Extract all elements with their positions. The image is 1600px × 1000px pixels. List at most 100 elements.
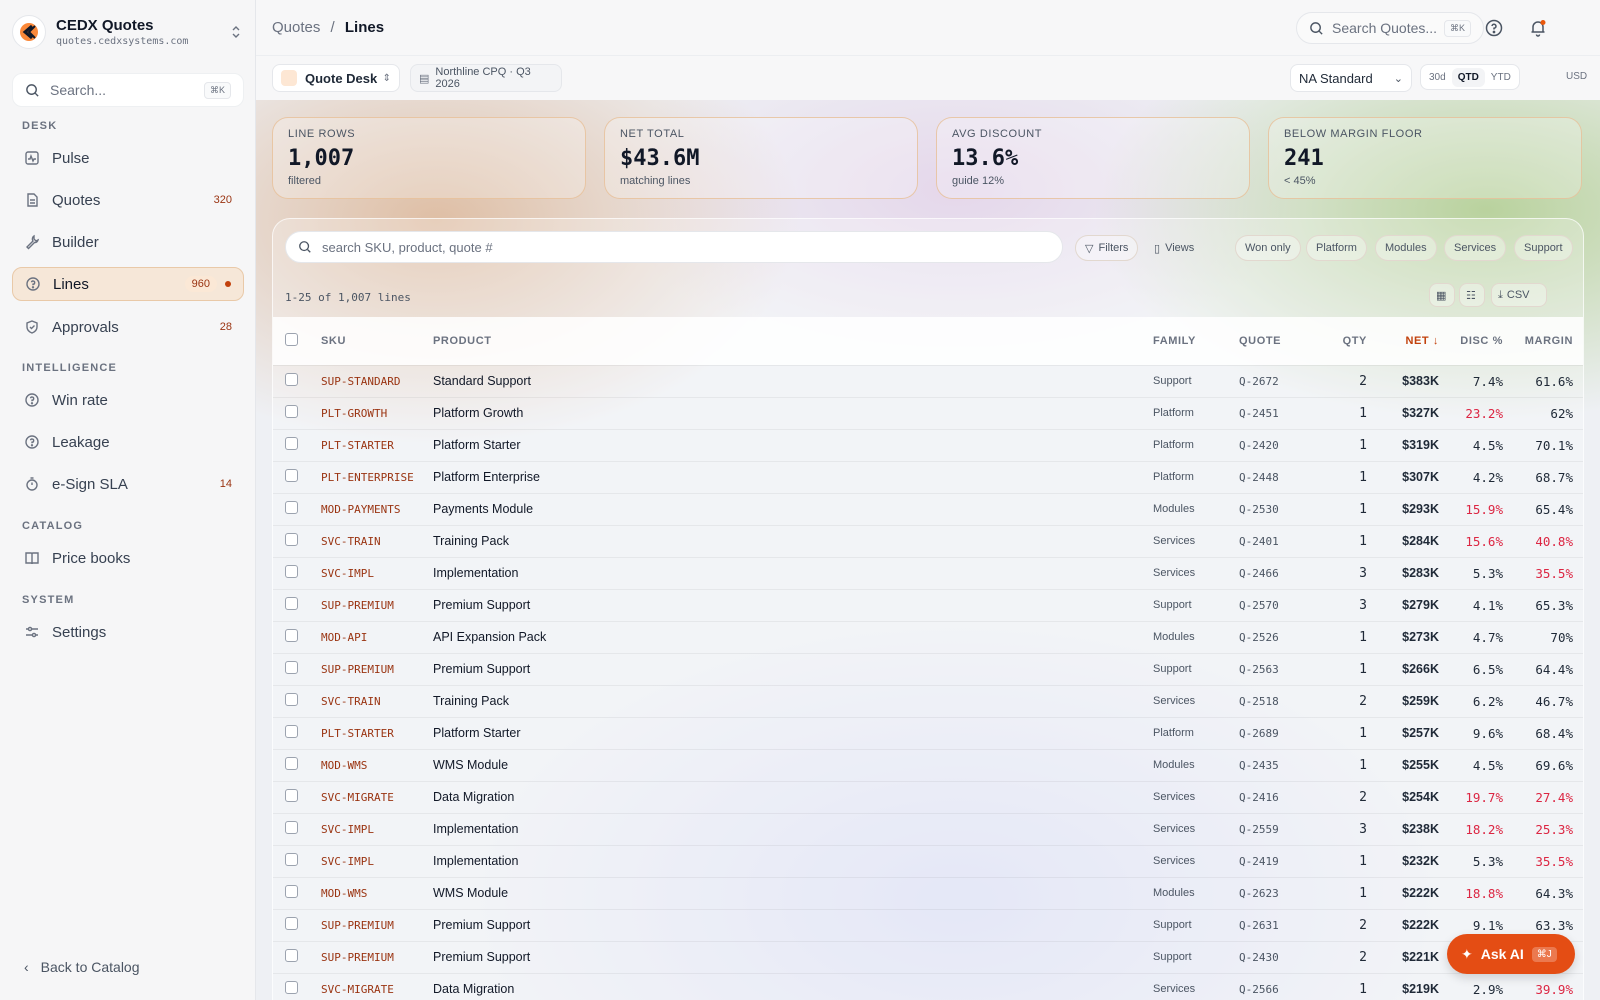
row-checkbox[interactable] (273, 749, 309, 781)
cell-quote[interactable]: Q-2448 (1233, 461, 1303, 493)
cell-quote[interactable]: Q-2419 (1233, 845, 1303, 877)
cell-quote[interactable]: Q-2420 (1233, 429, 1303, 461)
row-checkbox[interactable] (273, 877, 309, 909)
filters-button[interactable]: ▽ Filters (1075, 235, 1139, 261)
row-checkbox[interactable] (273, 621, 309, 653)
cell-quote[interactable]: Q-2689 (1233, 717, 1303, 749)
currency-label[interactable]: USD (1566, 71, 1587, 82)
context-tag[interactable]: ▤ Northline CPQ · Q3 2026 (410, 64, 562, 92)
chip-platform[interactable]: Platform (1306, 235, 1367, 261)
sidebar-item-builder[interactable]: Builder (12, 225, 244, 259)
row-checkbox[interactable] (273, 685, 309, 717)
row-checkbox[interactable] (273, 813, 309, 845)
cell-quote[interactable]: Q-2401 (1233, 525, 1303, 557)
cell-quote[interactable]: Q-2566 (1233, 973, 1303, 1000)
cell-quote[interactable]: Q-2451 (1233, 397, 1303, 429)
price-book-select[interactable]: NA Standard ⌄ (1290, 64, 1412, 92)
chip-services[interactable]: Services (1444, 235, 1507, 261)
table-row[interactable]: SVC-MIGRATE Data Migration Services Q-2566 1… (273, 973, 1583, 1000)
sidebar-item-win-rate[interactable]: Win rate (12, 383, 244, 417)
select-all-checkbox[interactable] (273, 317, 309, 365)
sidebar-item-settings[interactable]: Settings (12, 615, 244, 649)
col-quote[interactable]: QUOTE (1233, 317, 1303, 365)
row-checkbox[interactable] (273, 653, 309, 685)
row-checkbox[interactable] (273, 941, 309, 973)
cell-quote[interactable]: Q-2570 (1233, 589, 1303, 621)
workspace-selector[interactable]: Quote Desk ⇕ (272, 64, 400, 92)
table-row[interactable]: PLT-STARTER Platform Starter Platform Q-242… (273, 429, 1583, 461)
date-range-toggle[interactable]: 30d QTD YTD (1420, 64, 1520, 90)
chip-support[interactable]: Support (1514, 235, 1573, 261)
density-toggle[interactable]: ▦ (1429, 283, 1455, 307)
row-checkbox[interactable] (273, 397, 309, 429)
table-row[interactable]: SVC-IMPL Implementation Services Q-2466 3 $28… (273, 557, 1583, 589)
breadcrumb-parent[interactable]: Quotes (272, 19, 320, 36)
cell-quote[interactable]: Q-2559 (1233, 813, 1303, 845)
table-row[interactable]: MOD-PAYMENTS Payments Module Modules Q-2530… (273, 493, 1583, 525)
range-qtd[interactable]: QTD (1451, 67, 1485, 87)
range-30d[interactable]: 30d (1423, 68, 1452, 87)
sidebar-item-esign-sla[interactable]: e-Sign SLA 14 (12, 467, 244, 501)
cell-quote[interactable]: Q-2623 (1233, 877, 1303, 909)
range-ytd[interactable]: YTD (1485, 68, 1517, 87)
global-search[interactable]: Search Quotes... ⌘K (1296, 12, 1484, 44)
table-row[interactable]: PLT-ENTERPRISE Platform Enterprise Platfor… (273, 461, 1583, 493)
row-checkbox[interactable] (273, 845, 309, 877)
cell-quote[interactable]: Q-2526 (1233, 621, 1303, 653)
table-row[interactable]: PLT-STARTER Platform Starter Platform Q-268… (273, 717, 1583, 749)
col-margin[interactable]: MARGIN (1509, 317, 1583, 365)
row-checkbox[interactable] (273, 717, 309, 749)
col-sku[interactable]: SKU (309, 317, 427, 365)
row-checkbox[interactable] (273, 973, 309, 1000)
table-row[interactable]: SUP-PREMIUM Premium Support Support Q-2430 2… (273, 941, 1583, 973)
workspace-switcher[interactable]: CEDX Quotes quotes.cedxsystems.com (12, 14, 244, 50)
sidebar-item-leakage[interactable]: Leakage (12, 425, 244, 459)
col-qty[interactable]: QTY (1303, 317, 1373, 365)
col-family[interactable]: FAMILY (1147, 317, 1233, 365)
row-checkbox[interactable] (273, 525, 309, 557)
cell-quote[interactable]: Q-2530 (1233, 493, 1303, 525)
table-row[interactable]: SUP-PREMIUM Premium Support Support Q-2570 3… (273, 589, 1583, 621)
table-row[interactable]: SVC-IMPL Implementation Services Q-2419 1 $23… (273, 845, 1583, 877)
table-row[interactable]: MOD-WMS WMS Module Modules Q-2435 1 $255K 4.5%… (273, 749, 1583, 781)
row-checkbox[interactable] (273, 493, 309, 525)
sidebar-item-pulse[interactable]: Pulse (12, 141, 244, 175)
row-checkbox[interactable] (273, 781, 309, 813)
table-row[interactable]: SVC-MIGRATE Data Migration Services Q-2416 2… (273, 781, 1583, 813)
table-row[interactable]: SUP-STANDARD Standard Support Support Q-267… (273, 365, 1583, 397)
cell-quote[interactable]: Q-2466 (1233, 557, 1303, 589)
back-to-catalog-link[interactable]: ‹ Back to Catalog (24, 959, 140, 975)
sidebar-item-approvals[interactable]: Approvals 28 (12, 310, 244, 344)
table-row[interactable]: MOD-WMS WMS Module Modules Q-2623 1 $222K 18.8… (273, 877, 1583, 909)
table-row[interactable]: MOD-API API Expansion Pack Modules Q-2526 1 $… (273, 621, 1583, 653)
ask-ai-button[interactable]: ✦ Ask AI ⌘J (1447, 934, 1575, 974)
table-row[interactable]: PLT-GROWTH Platform Growth Platform Q-2451 1… (273, 397, 1583, 429)
row-checkbox[interactable] (273, 365, 309, 397)
col-disc[interactable]: DISC % (1445, 317, 1509, 365)
chip-won-only[interactable]: Won only (1235, 235, 1301, 261)
table-row[interactable]: SVC-IMPL Implementation Services Q-2559 3 $23… (273, 813, 1583, 845)
table-search-input[interactable]: search SKU, product, quote # (285, 231, 1063, 263)
cell-quote[interactable]: Q-2672 (1233, 365, 1303, 397)
sidebar-item-price-books[interactable]: Price books (12, 541, 244, 575)
table-row[interactable]: SVC-TRAIN Training Pack Services Q-2518 2 $25… (273, 685, 1583, 717)
sidebar-search[interactable]: Search... ⌘K (12, 73, 244, 107)
columns-button[interactable]: ☷ (1459, 283, 1485, 307)
cell-quote[interactable]: Q-2563 (1233, 653, 1303, 685)
row-checkbox[interactable] (273, 429, 309, 461)
table-row[interactable]: SUP-PREMIUM Premium Support Support Q-2631 2… (273, 909, 1583, 941)
table-row[interactable]: SUP-PREMIUM Premium Support Support Q-2563 1… (273, 653, 1583, 685)
sidebar-item-lines[interactable]: Lines 960 (12, 267, 244, 301)
cell-quote[interactable]: Q-2631 (1233, 909, 1303, 941)
row-checkbox[interactable] (273, 557, 309, 589)
table-row[interactable]: SVC-TRAIN Training Pack Services Q-2401 1 $28… (273, 525, 1583, 557)
row-checkbox[interactable] (273, 461, 309, 493)
row-checkbox[interactable] (273, 909, 309, 941)
help-icon[interactable] (1484, 18, 1504, 38)
cell-quote[interactable]: Q-2518 (1233, 685, 1303, 717)
sidebar-item-quotes[interactable]: Quotes 320 (12, 183, 244, 217)
cell-quote[interactable]: Q-2435 (1233, 749, 1303, 781)
col-product[interactable]: PRODUCT (427, 317, 1147, 365)
col-net[interactable]: NET ↓ (1373, 317, 1445, 365)
views-button[interactable]: ▯ Views (1145, 235, 1203, 261)
